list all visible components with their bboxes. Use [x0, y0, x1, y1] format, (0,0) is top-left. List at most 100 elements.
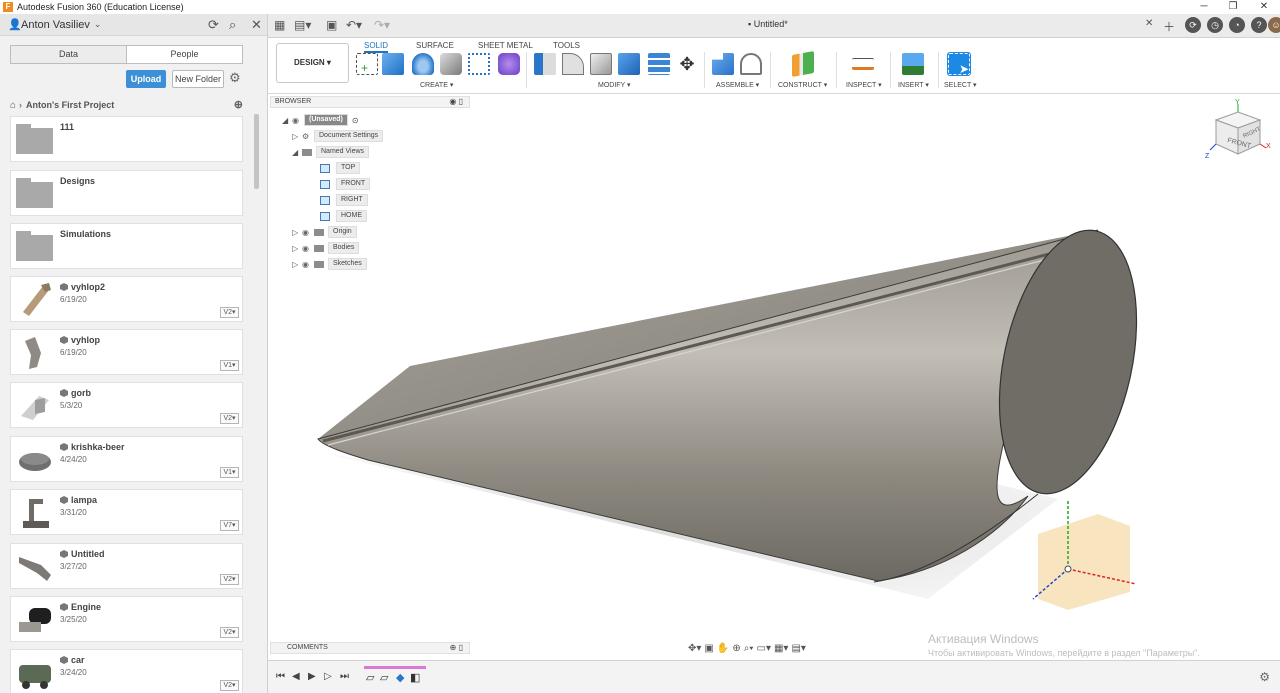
activate-radio-icon[interactable]: ⊙ — [352, 116, 359, 125]
collapse-icon[interactable]: ◢ — [292, 148, 302, 157]
viewports-icon[interactable]: ▤▾ — [791, 643, 805, 654]
play-icon[interactable]: ▶ — [308, 671, 316, 682]
tree-view-top[interactable]: TOP — [320, 162, 361, 174]
pattern-icon[interactable] — [468, 53, 490, 75]
design-item[interactable]: Engine 3/25/20 V2▾ — [10, 596, 243, 642]
version-badge[interactable]: V2▾ — [220, 680, 239, 691]
version-badge[interactable]: V1▾ — [220, 467, 239, 478]
group-modify[interactable]: MODIFY ▾ — [598, 81, 631, 89]
close-tab-icon[interactable]: ✕ — [1145, 18, 1153, 29]
version-badge[interactable]: V2▾ — [220, 627, 239, 638]
comments-panel-header[interactable]: COMMENTS ⊕ ▯ — [270, 642, 470, 654]
combine-icon[interactable] — [648, 53, 670, 75]
group-inspect[interactable]: INSPECT ▾ — [846, 81, 882, 89]
file-icon[interactable]: ▤▾ — [294, 18, 311, 32]
browser-header[interactable]: BROWSER ◉ ▯ — [270, 96, 470, 108]
new-folder-button[interactable]: New Folder — [172, 70, 224, 88]
minimize-button[interactable]: ─ — [1190, 0, 1218, 14]
chamfer-icon[interactable] — [590, 53, 612, 75]
tab-data[interactable]: Data — [11, 46, 127, 63]
undo-icon[interactable]: ↶▾ — [346, 18, 362, 32]
tab-sheet-metal[interactable]: SHEET METAL — [478, 41, 533, 50]
upload-button[interactable]: Upload — [126, 70, 166, 88]
folder-item[interactable]: 111 — [10, 116, 243, 162]
tree-sketches[interactable]: ▷ ◉ Sketches — [292, 258, 367, 270]
tab-people[interactable]: People — [127, 46, 242, 63]
tree-view-right[interactable]: RIGHT — [320, 194, 368, 206]
tree-view-home[interactable]: HOME — [320, 210, 367, 222]
go-to-end-icon[interactable]: ⏭ — [340, 671, 349, 682]
zoom-window-icon[interactable]: ⊕ — [732, 643, 740, 654]
hole-icon[interactable] — [440, 53, 462, 75]
move-copy-icon[interactable]: ✥ — [676, 53, 698, 75]
pin-icon[interactable]: ⊕ ▯ — [450, 643, 463, 653]
create-form-icon[interactable] — [498, 53, 520, 75]
document-tab[interactable]: ▪ Untitled* — [748, 19, 788, 29]
search-icon[interactable]: ⌕ — [229, 17, 236, 33]
grid-menu-icon[interactable]: ▦ — [274, 18, 285, 32]
press-pull-icon[interactable] — [534, 53, 556, 75]
version-badge[interactable]: V1▾ — [220, 360, 239, 371]
notifications-icon[interactable]: ◔ — [1229, 17, 1245, 33]
tree-origin[interactable]: ▷ ◉ Origin — [292, 226, 357, 238]
extensions-icon[interactable]: ⟳ — [1185, 17, 1201, 33]
globe-icon[interactable]: ⊕ — [234, 98, 243, 111]
visibility-eye-icon[interactable]: ◉ — [302, 260, 314, 269]
design-item[interactable]: vyhlop2 6/19/20 V2▾ — [10, 276, 243, 322]
visibility-eye-icon[interactable]: ◉ — [302, 228, 314, 237]
view-cube[interactable]: FRONT RIGHT Y X Z — [1204, 98, 1274, 164]
sketch-feature-icon[interactable]: ▱ — [380, 671, 388, 684]
tree-view-front[interactable]: FRONT — [320, 178, 371, 190]
tree-named-views[interactable]: ◢ Named Views — [292, 146, 370, 158]
folder-item[interactable]: Simulations — [10, 223, 243, 269]
design-item[interactable]: gorb 5/3/20 V2▾ — [10, 382, 243, 428]
avatar[interactable]: ☺ — [1268, 17, 1280, 33]
go-to-start-icon[interactable]: ⏮ — [276, 671, 285, 682]
new-tab-icon[interactable]: ＋ — [1163, 18, 1175, 35]
maximize-button[interactable]: ❐ — [1219, 0, 1247, 14]
user-name[interactable]: Anton Vasiliev — [21, 19, 90, 31]
group-construct[interactable]: CONSTRUCT ▾ — [778, 81, 827, 89]
offset-plane-icon[interactable] — [792, 51, 814, 77]
version-badge[interactable]: V2▾ — [220, 413, 239, 424]
tab-solid[interactable]: SOLID — [364, 41, 389, 53]
shell-icon[interactable] — [618, 53, 640, 75]
sketch-feature-icon[interactable]: ▱ — [366, 671, 374, 684]
measure-icon[interactable] — [852, 58, 874, 70]
visibility-eye-icon[interactable]: ◉ — [292, 116, 304, 125]
visibility-eye-icon[interactable]: ◉ — [302, 244, 314, 253]
step-forward-icon[interactable]: ▷ — [324, 671, 332, 682]
revolve-icon[interactable] — [412, 53, 434, 75]
tree-document-settings[interactable]: ▷ ⚙ Document Settings — [292, 130, 384, 142]
design-item[interactable]: lampa 3/31/20 V7▾ — [10, 489, 243, 535]
folder-item[interactable]: Designs — [10, 170, 243, 216]
zoom-icon[interactable]: ⌕▾ — [744, 643, 754, 654]
expand-icon[interactable]: ▷ — [292, 260, 302, 269]
origin-gizmo[interactable] — [1032, 499, 1137, 610]
version-badge[interactable]: V2▾ — [220, 574, 239, 585]
group-create[interactable]: CREATE ▾ — [420, 81, 453, 89]
feature-icon[interactable]: ◧ — [410, 671, 420, 684]
3d-model-canvas[interactable] — [268, 94, 1280, 660]
workspace-switcher[interactable]: DESIGN ▾ — [276, 43, 349, 83]
design-item[interactable]: Untitled 3/27/20 V2▾ — [10, 543, 243, 589]
close-panel-icon[interactable]: ✕ — [251, 17, 262, 33]
group-select[interactable]: SELECT ▾ — [944, 81, 977, 89]
collapse-icon[interactable]: ◢ — [282, 116, 292, 125]
expand-icon[interactable]: ▷ — [292, 244, 302, 253]
breadcrumb-project[interactable]: Anton's First Project — [26, 100, 114, 110]
tab-surface[interactable]: SURFACE — [416, 41, 454, 50]
group-insert[interactable]: INSERT ▾ — [898, 81, 929, 89]
version-badge[interactable]: V2▾ — [220, 307, 239, 318]
version-badge[interactable]: V7▾ — [220, 520, 239, 531]
redo-icon[interactable]: ↷▾ — [374, 18, 390, 32]
chevron-down-icon[interactable]: ⌄ — [94, 19, 102, 30]
joint-icon[interactable] — [740, 53, 762, 75]
gear-icon[interactable]: ⚙ — [229, 70, 241, 86]
design-item[interactable]: car 3/24/20 V2▾ — [10, 649, 243, 693]
insert-image-icon[interactable] — [902, 53, 924, 75]
timeline-features[interactable]: ▱ ▱ ◆ ◧ — [364, 666, 426, 688]
data-panel-scrollbar[interactable] — [254, 114, 259, 189]
extrude-icon[interactable] — [382, 53, 404, 75]
root-component-label[interactable]: (Unsaved) — [304, 114, 348, 126]
